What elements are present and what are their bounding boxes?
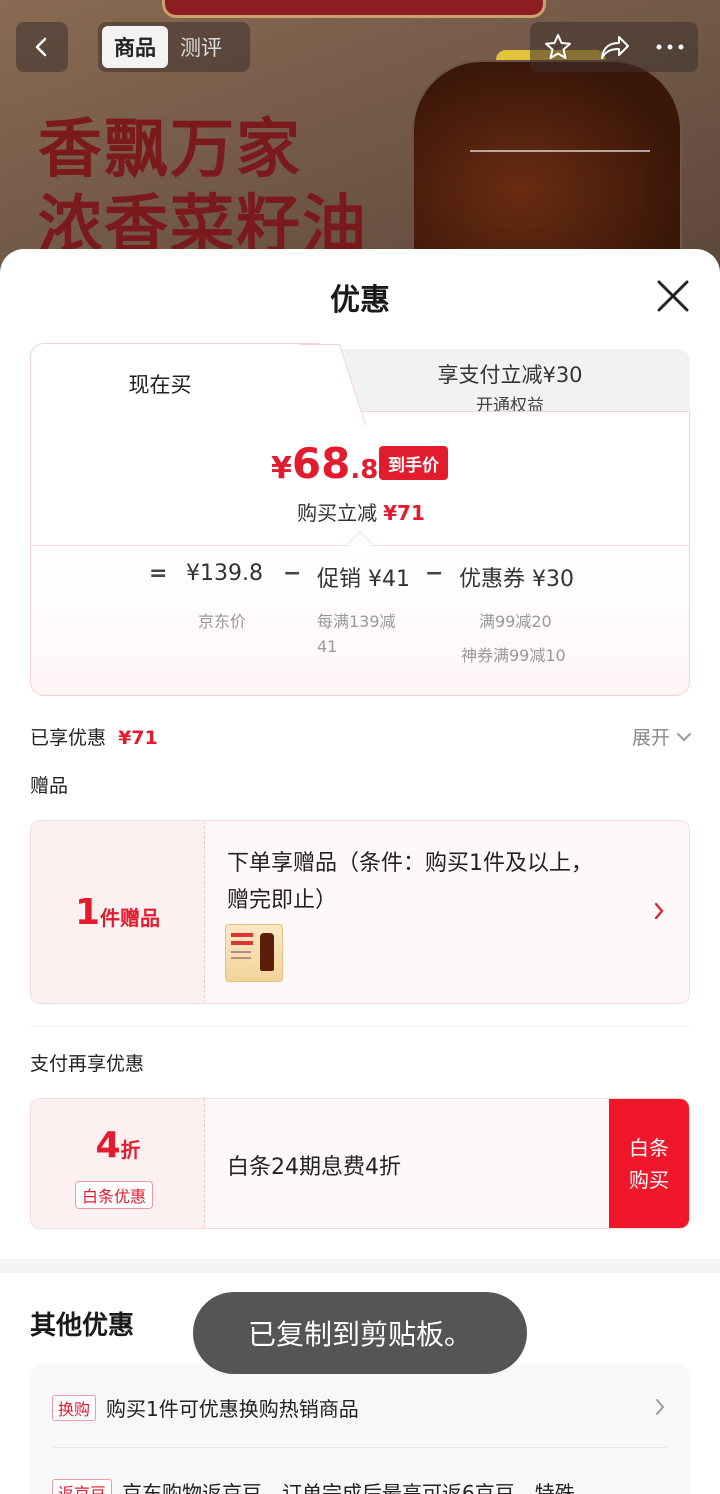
tab-buy-now-label: 现在买 xyxy=(128,372,192,397)
expand-label: 展开 xyxy=(631,727,670,749)
gift-count: 1 件赠品 xyxy=(31,821,205,1003)
section-gap xyxy=(0,1259,720,1273)
jingdou-tag: 返京豆 xyxy=(52,1478,113,1494)
baitiao-buy-button[interactable]: 白条 购买 xyxy=(609,1099,689,1228)
tab-pay-discount-title: 享支付立减¥30 xyxy=(437,363,583,387)
final-price-currency: ¥ xyxy=(271,451,292,486)
tab-buy-now[interactable]: 现在买 xyxy=(30,343,330,423)
list-item-exchange[interactable]: 换购 购买1件可优惠换购热销商品 xyxy=(52,1393,359,1422)
final-price-integer: 68 xyxy=(291,439,351,488)
jd-price-label: 京东价 xyxy=(198,612,247,631)
jd-price: ¥139.8 xyxy=(186,561,263,586)
promo-desc-line2: 41 xyxy=(317,637,338,656)
promo-desc: 每满139减 41 xyxy=(317,609,396,659)
reduction-label: 购买立减 xyxy=(297,501,378,525)
exchange-text: 购买1件可优惠换购热销商品 xyxy=(106,1397,359,1421)
final-price-tag: 到手价 xyxy=(379,446,448,480)
gift-description: 下单享赠品（条件：购买1件及以上，赠完即止） xyxy=(227,851,593,913)
tab-divider xyxy=(331,411,689,412)
final-price: ¥ 68 .8 xyxy=(271,439,378,488)
gift-count-unit: 件赠品 xyxy=(100,905,161,930)
chevron-right-icon xyxy=(654,902,664,920)
promo-desc-line1: 每满139减 xyxy=(317,612,396,631)
star-icon[interactable] xyxy=(543,32,573,62)
exchange-tag: 换购 xyxy=(52,1394,97,1421)
baitiao-card: 4折 白条优惠 白条24期息费4折 白条 购买 xyxy=(30,1098,690,1229)
more-icon[interactable] xyxy=(655,43,685,51)
final-price-decimal: .8 xyxy=(350,455,379,485)
expand-button[interactable]: 展开 xyxy=(632,723,692,750)
header-segment: 商品 测评 xyxy=(98,22,250,72)
bottle-label xyxy=(470,150,650,230)
promo-banner xyxy=(162,0,546,18)
price-breakdown: ¥ 68 .8 到手价 购买立减 ¥71 = ¥139.8 京东价 − 促销 ¥4… xyxy=(30,411,690,696)
tab-product[interactable]: 商品 xyxy=(102,26,168,68)
back-arrow-icon xyxy=(35,37,47,57)
baitiao-tag: 白条优惠 xyxy=(75,1181,154,1209)
buy-label-1: 白条 xyxy=(629,1136,669,1160)
baitiao-description: 白条24期息费4折 xyxy=(227,1155,401,1180)
other-discounts-list: 换购 购买1件可优惠换购热销商品 返京豆 京东购物返京豆，订单完成后最高可返6京… xyxy=(30,1365,690,1494)
coupon-desc-1: 满99减20 xyxy=(479,612,552,631)
gift-section-label: 赠品 xyxy=(30,775,69,797)
chevron-down-icon xyxy=(677,732,691,741)
tab-review[interactable]: 测评 xyxy=(168,26,234,68)
jingdou-text: 京东购物返京豆，订单完成后最高可返6京豆，特殊 xyxy=(122,1481,575,1494)
header-tools xyxy=(530,22,698,72)
price-card: 享支付立减¥30 开通权益 现在买 ¥ 68 .8 到手价 购买立减 ¥71 = … xyxy=(30,343,690,696)
buy-label-2: 购买 xyxy=(629,1168,669,1192)
baitiao-discount: 4折 白条优惠 xyxy=(31,1099,205,1228)
section-divider xyxy=(30,1026,690,1027)
discount-number: 4 xyxy=(95,1125,121,1166)
discount-unit: 折 xyxy=(120,1138,141,1162)
gift-card[interactable]: 1 件赠品 下单享赠品（条件：购买1件及以上，赠完即止） xyxy=(30,820,690,1004)
close-icon[interactable] xyxy=(656,279,690,313)
coupon-amount: 优惠券 ¥30 xyxy=(459,567,574,592)
divider-notch xyxy=(347,531,373,557)
back-button[interactable] xyxy=(16,22,68,72)
minus-sign: − xyxy=(283,561,302,586)
share-icon[interactable] xyxy=(598,32,630,62)
other-discounts-title: 其他优惠 xyxy=(30,1311,135,1341)
list-item-jingdou[interactable]: 返京豆 京东购物返京豆，订单完成后最高可返6京豆，特殊 xyxy=(52,1477,575,1494)
enjoyed-label: 已享优惠 xyxy=(30,727,107,749)
gift-thumbnail xyxy=(225,924,283,982)
reduction-amount: ¥71 xyxy=(383,501,425,525)
coupon-desc-2: 神券满99减10 xyxy=(461,646,566,665)
purchase-reduction: 购买立减 ¥71 xyxy=(31,497,691,526)
enjoyed-discount: 已享优惠 ¥71 xyxy=(30,723,158,750)
gift-count-number: 1 xyxy=(74,891,101,933)
copied-toast: 已复制到剪贴板。 xyxy=(193,1292,527,1374)
sheet-title: 优惠 xyxy=(330,283,390,318)
enjoyed-amount: ¥71 xyxy=(118,727,158,749)
chevron-right-icon xyxy=(656,1399,665,1415)
equals-sign: = xyxy=(149,561,168,586)
promo-amount: 促销 ¥41 xyxy=(317,567,410,592)
list-divider xyxy=(52,1447,668,1448)
minus-sign: − xyxy=(425,561,444,586)
payment-section-label: 支付再享优惠 xyxy=(30,1053,145,1075)
